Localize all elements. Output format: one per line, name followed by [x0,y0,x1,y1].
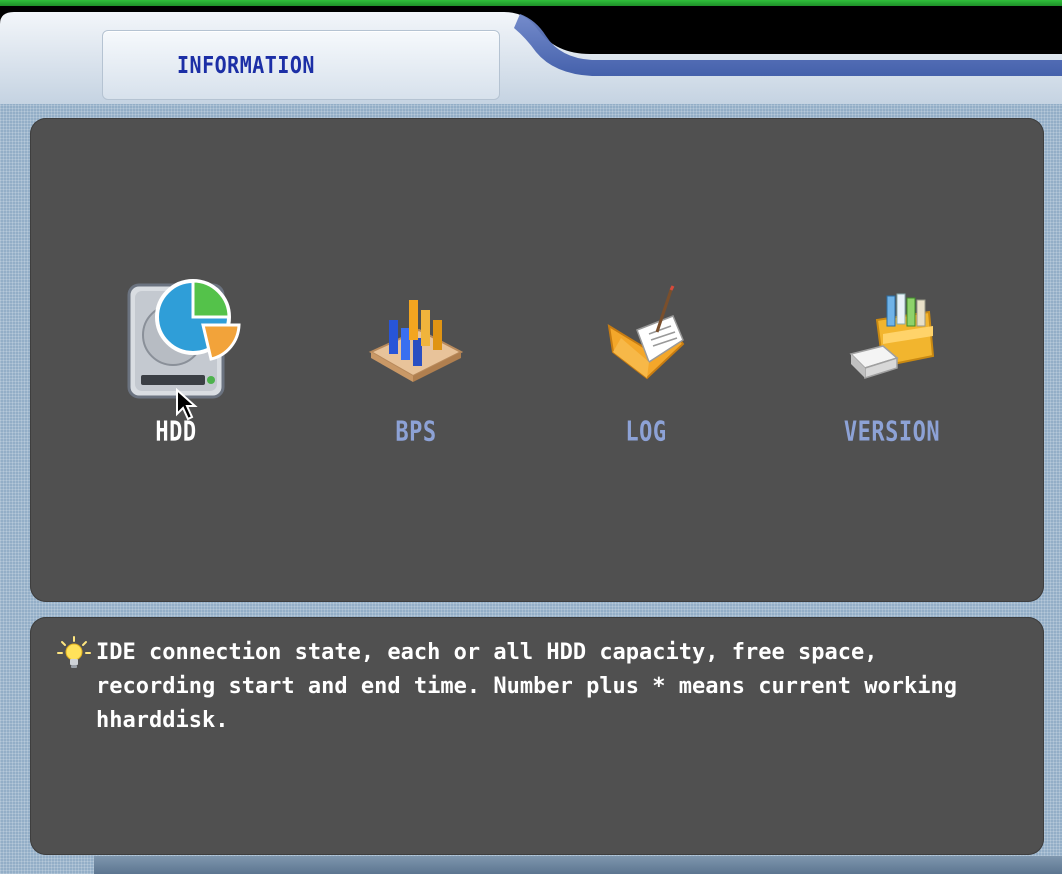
menu-item-bps-label: BPS [395,416,437,449]
menu-item-bps[interactable]: BPS [316,272,516,472]
menu-item-hdd[interactable]: HDD [76,272,276,472]
bottom-edge [94,856,1062,874]
tab-information-label: INFORMATION [177,51,315,79]
help-text: IDE connection state, each or all HDD ca… [96,640,957,733]
mouse-pointer-icon [176,388,198,421]
menu-item-log[interactable]: LOG [546,272,746,472]
lightbulb-icon [57,636,91,668]
version-drawer-icon [827,272,957,402]
tab-area: INFORMATION [0,8,1062,104]
menu-item-log-label: LOG [625,416,667,449]
top-accent-line [0,0,1062,6]
tab-information[interactable]: INFORMATION [102,30,500,100]
hdd-pie-icon [111,272,241,402]
menu-item-version-label: VERSION [843,416,941,449]
bar-chart-icon [351,272,481,402]
log-folder-icon [581,272,711,402]
menu-item-version[interactable]: VERSION [792,272,992,472]
